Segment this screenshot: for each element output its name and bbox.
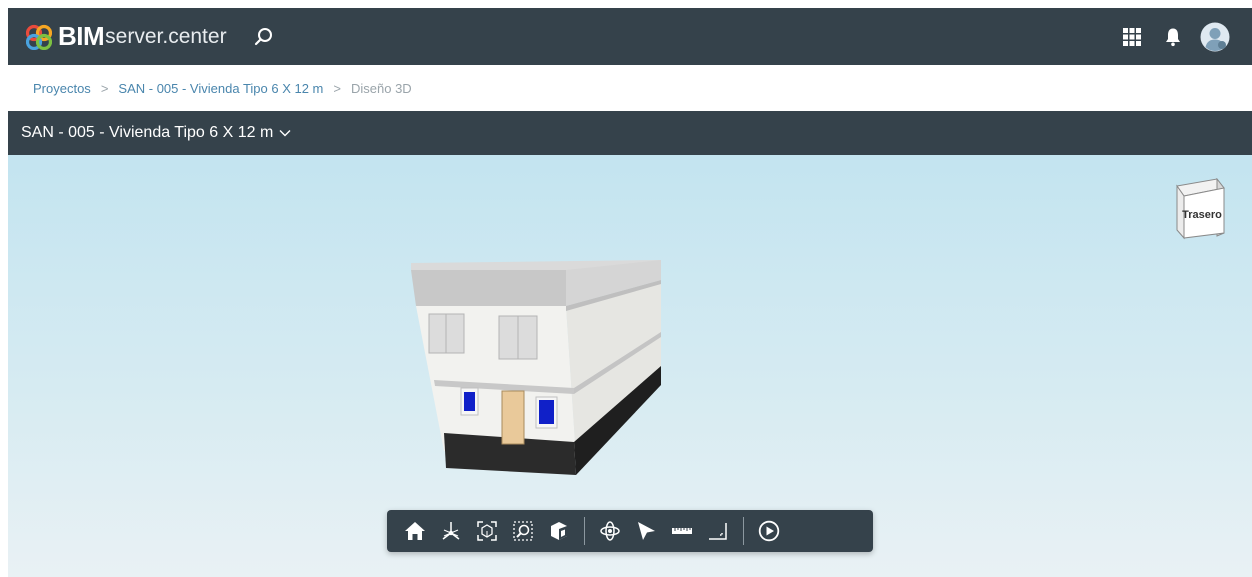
avatar[interactable] xyxy=(1200,22,1230,52)
home-icon xyxy=(405,522,425,540)
bell-icon[interactable] xyxy=(1164,27,1182,47)
bimserver-logo[interactable]: BIM server.center xyxy=(26,21,227,52)
measure-ruler-icon xyxy=(672,528,692,534)
play-icon xyxy=(758,520,780,542)
dimension-button[interactable] xyxy=(707,520,729,542)
breadcrumb: Proyectos > SAN - 005 - Vivienda Tipo 6 … xyxy=(8,66,1252,110)
breadcrumb-item-current: Diseño 3D xyxy=(350,80,412,96)
zoom-window-icon xyxy=(513,521,533,541)
breadcrumb-item-proyectos[interactable]: Proyectos xyxy=(33,81,91,96)
viewer-toolbar xyxy=(387,510,873,552)
viewcube[interactable]: Trasero xyxy=(1168,178,1228,242)
header-actions xyxy=(1122,22,1230,52)
chevron-down-icon[interactable] xyxy=(279,127,291,139)
axes-view-icon xyxy=(442,522,460,540)
search-icon[interactable] xyxy=(253,26,275,48)
project-title[interactable]: SAN - 005 - Vivienda Tipo 6 X 12 m xyxy=(21,124,273,142)
section-box-icon xyxy=(551,522,567,540)
bimserver-logo-icon xyxy=(26,24,52,50)
3d-viewer[interactable]: Trasero xyxy=(8,155,1252,577)
breadcrumb-separator: > xyxy=(100,80,109,96)
section-box-button[interactable] xyxy=(548,520,570,542)
toolbar-divider xyxy=(743,517,744,545)
measure-button[interactable] xyxy=(671,520,693,542)
brand-strong-text: BIM xyxy=(58,21,105,51)
viewcube-label: Trasero xyxy=(1182,209,1222,221)
zoom-extents-icon xyxy=(477,521,497,541)
project-bar: SAN - 005 - Vivienda Tipo 6 X 12 m xyxy=(8,111,1252,155)
zoom-window-button[interactable] xyxy=(512,520,534,542)
axes-view-button[interactable] xyxy=(440,520,462,542)
toolbar-divider xyxy=(584,517,585,545)
orbit-button[interactable] xyxy=(599,520,621,542)
apps-grid-icon[interactable] xyxy=(1122,27,1142,47)
select-button[interactable] xyxy=(635,520,657,542)
zoom-extents-button[interactable] xyxy=(476,520,498,542)
building-model[interactable] xyxy=(406,258,666,483)
orbit-icon xyxy=(600,521,620,541)
home-view-button[interactable] xyxy=(404,520,426,542)
select-pointer-icon xyxy=(638,522,655,540)
breadcrumb-item-project[interactable]: SAN - 005 - Vivienda Tipo 6 X 12 m xyxy=(118,81,323,96)
dimension-icon xyxy=(709,523,727,540)
breadcrumb-separator: > xyxy=(333,80,341,96)
brand-light-text: server.center xyxy=(105,24,227,48)
play-walkthrough-button[interactable] xyxy=(758,520,780,542)
top-header: BIM server.center xyxy=(8,8,1252,65)
